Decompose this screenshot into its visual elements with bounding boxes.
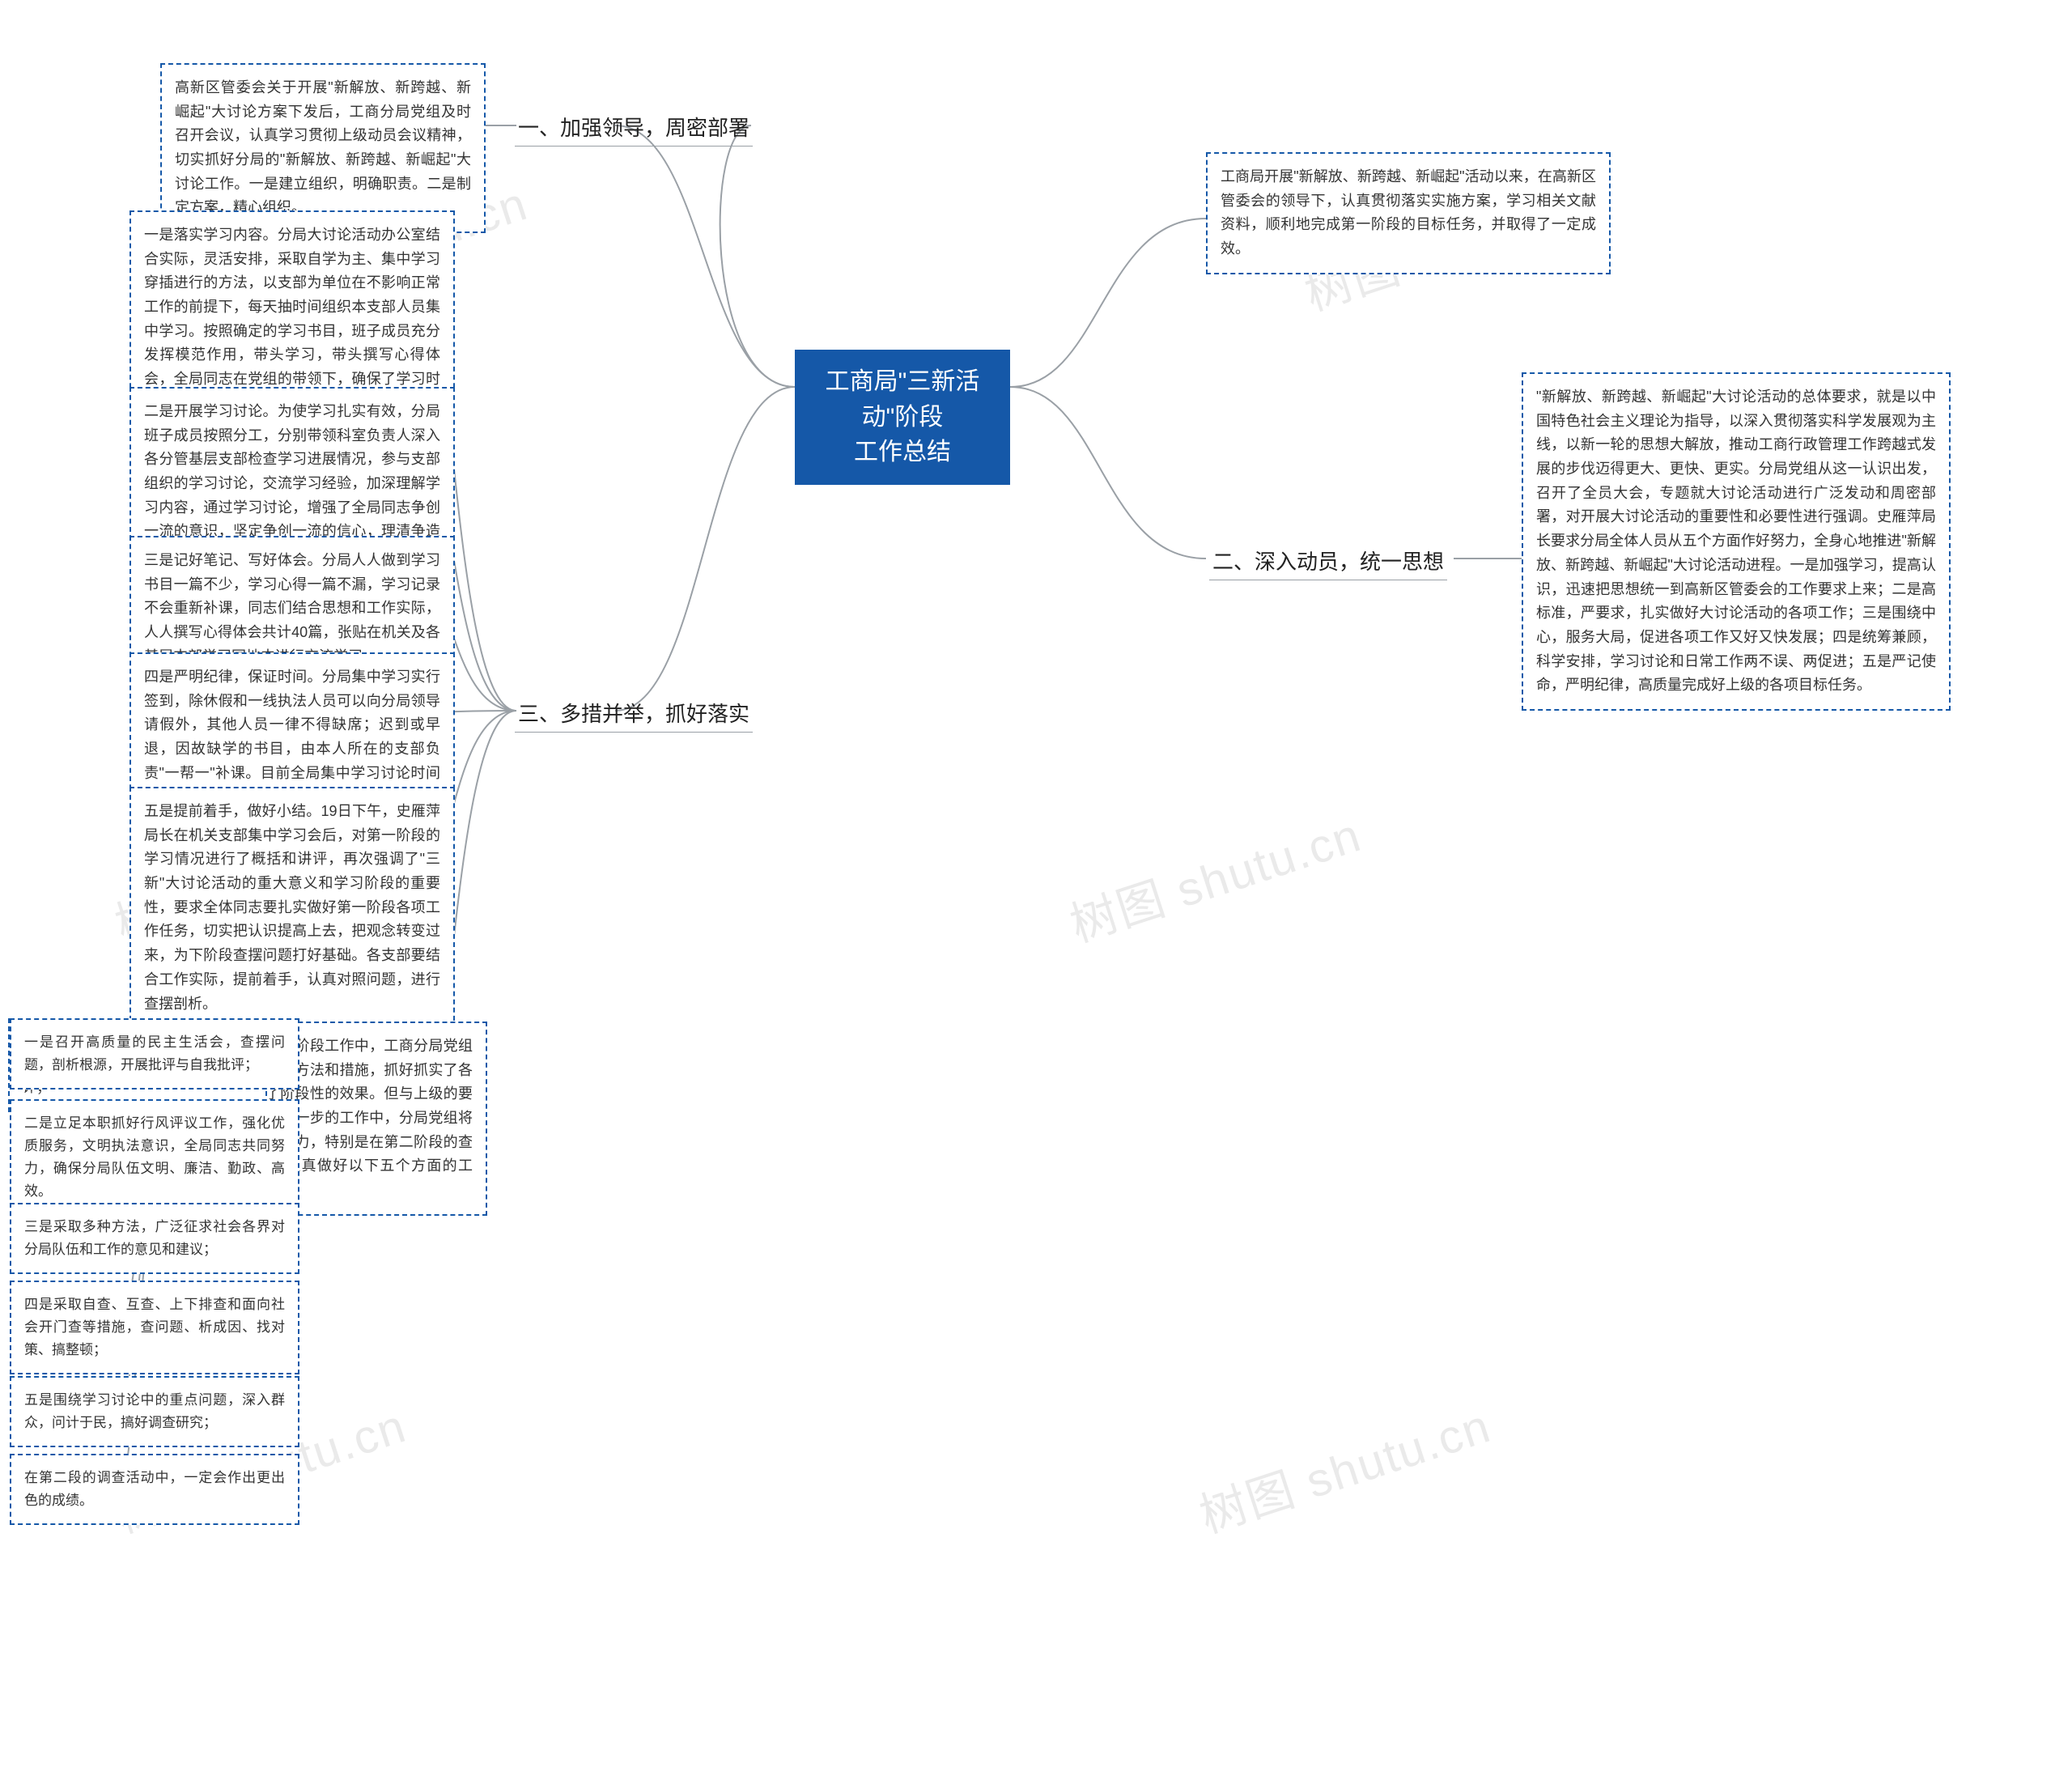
leftlist-item-3[interactable]: 三是采取多种方法，广泛征求社会各界对分局队伍和工作的意见和建议； bbox=[10, 1203, 299, 1274]
leftlist-item-6[interactable]: 在第二段的调查活动中，一定会作出更出色的成绩。 bbox=[10, 1454, 299, 1525]
leftlist-item-1[interactable]: 一是召开高质量的民主生活会，查摆问题，剖析根源，开展批评与自我批评； bbox=[10, 1018, 299, 1090]
leftlist-item-5[interactable]: 五是围绕学习讨论中的重点问题，深入群众，问计于民，搞好调查研究； bbox=[10, 1376, 299, 1447]
leftlist-layer: 一是召开高质量的民主生活会，查摆问题，剖析根源，开展批评与自我批评； 二是立足本… bbox=[0, 0, 2072, 1784]
leftlist-item-2[interactable]: 二是立足本职抓好行风评议工作，强化优质服务，文明执法意识，全局同志共同努力，确保… bbox=[10, 1099, 299, 1216]
leftlist-item-4[interactable]: 四是采取自查、互查、上下排查和面向社会开门查等措施，查问题、析成因、找对策、搞整… bbox=[10, 1281, 299, 1374]
